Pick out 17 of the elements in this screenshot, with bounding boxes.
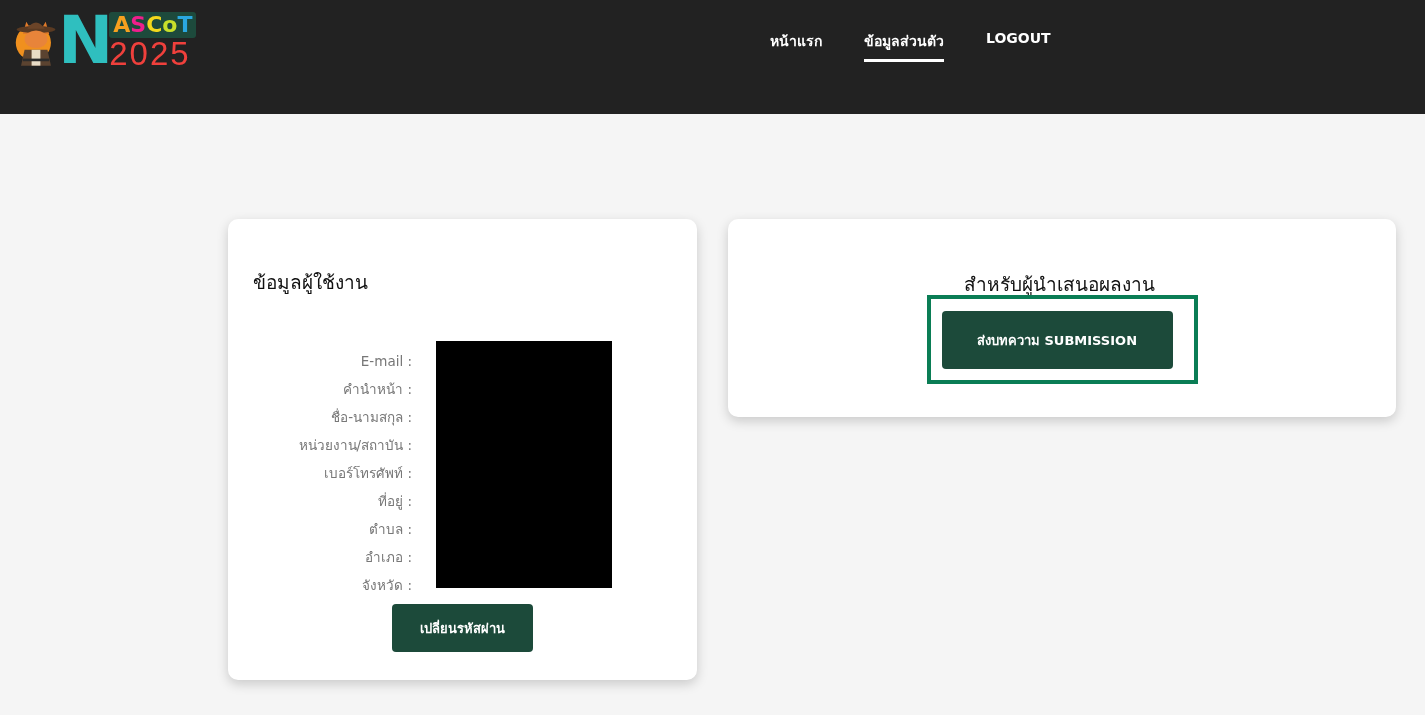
field-label: จังหวัด : bbox=[362, 576, 412, 595]
field-label: E-mail : bbox=[360, 352, 412, 371]
field-label: อำเภอ : bbox=[365, 548, 412, 567]
field-label: คำนำหน้า : bbox=[343, 380, 412, 399]
field-label: ชื่อ-นามสกุล : bbox=[331, 407, 412, 428]
field-label: ที่อยู่ : bbox=[378, 491, 412, 512]
nav-link[interactable]: LOGOUT bbox=[986, 30, 1051, 62]
nav-link[interactable]: หน้าแรก bbox=[770, 30, 822, 62]
field-label: ตำบล : bbox=[369, 520, 412, 539]
submission-button[interactable]: ส่งบทความ SUBMISSION bbox=[941, 311, 1173, 369]
change-password-button[interactable]: เปลี่ยนรหัสผ่าน bbox=[392, 604, 533, 652]
card-title: สำหรับผู้นำเสนอผลงาน bbox=[963, 272, 1155, 297]
nav-link[interactable]: ข้อมูลส่วนตัว bbox=[864, 30, 944, 62]
card-title: ข้อมูลผู้ใช้งาน bbox=[253, 270, 369, 295]
logo-word: ASCoT bbox=[109, 12, 197, 38]
field-label: เบอร์โทรศัพท์ : bbox=[324, 464, 412, 483]
field-label: หน่วยงาน/สถาบัน : bbox=[298, 436, 412, 455]
